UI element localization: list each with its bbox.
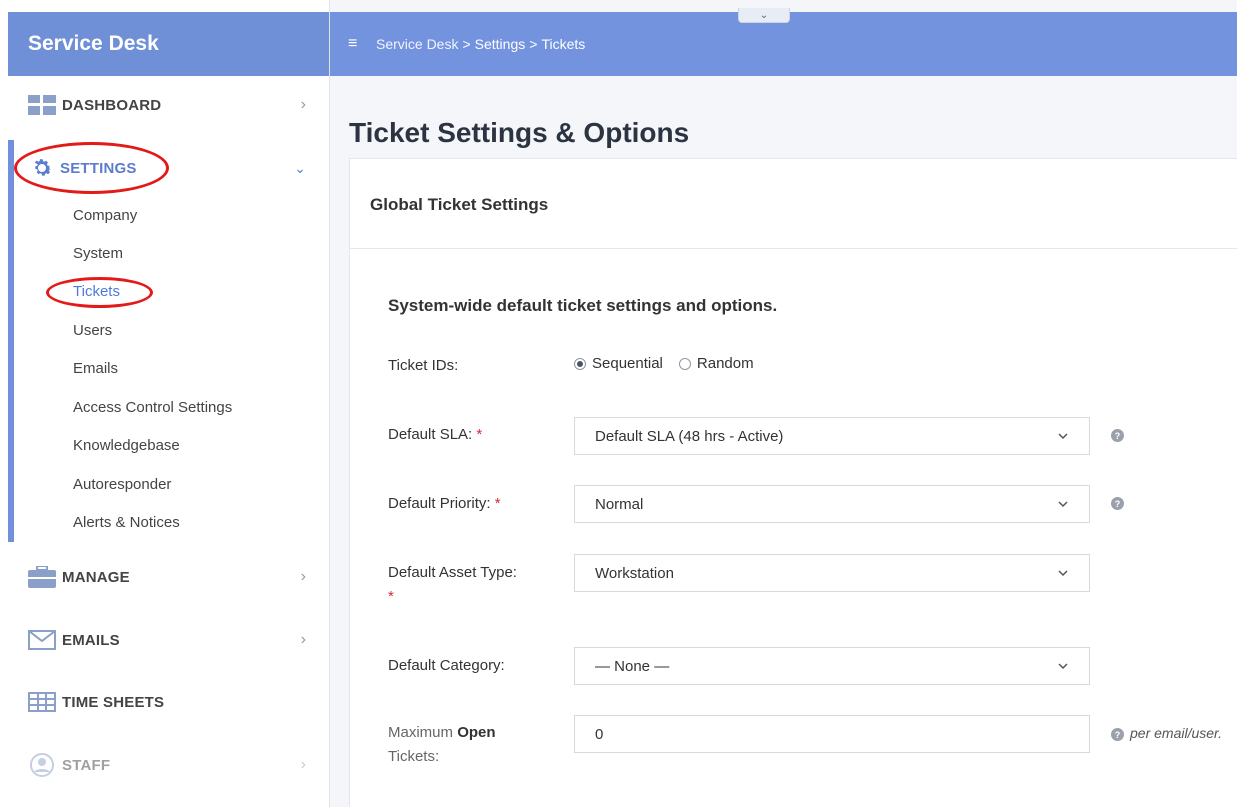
user-avatar-icon <box>28 753 56 777</box>
sidebar-subitem-autoresponder[interactable]: Autoresponder <box>73 476 171 493</box>
required-marker: * <box>494 495 501 512</box>
default-asset-type-select[interactable]: Workstation <box>574 554 1090 592</box>
help-icon[interactable]: ? <box>1111 429 1124 442</box>
gear-icon <box>28 156 56 180</box>
card-title: Global Ticket Settings <box>370 195 549 214</box>
chevron-down-icon: ⌄ <box>294 159 306 176</box>
max-open-prefix: Maximum <box>388 724 454 741</box>
sidebar-item-dashboard[interactable]: DASHBOARD › <box>0 85 330 125</box>
default-priority-label: Default Priority: * <box>388 492 501 516</box>
breadcrumb-item[interactable]: Settings <box>475 36 526 52</box>
sidebar-subitem-company[interactable]: Company <box>73 207 137 224</box>
default-sla-select[interactable]: Default SLA (48 hrs - Active) <box>574 417 1090 455</box>
sidebar-item-manage[interactable]: MANAGE › <box>0 557 330 597</box>
sidebar-item-label: SETTINGS <box>60 159 137 177</box>
default-asset-type-label: Default Asset Type: * <box>388 561 548 609</box>
max-open-help-text: per email/user. <box>1130 725 1223 741</box>
sidebar-subitem-knowledgebase[interactable]: Knowledgebase <box>73 437 180 454</box>
default-sla-label: Default SLA: * <box>388 423 482 447</box>
required-marker: * <box>476 426 483 443</box>
help-icon[interactable]: ? <box>1111 728 1124 741</box>
sidebar-item-label: STAFF <box>62 756 111 774</box>
chevron-down-icon <box>1057 497 1069 514</box>
sequential-radio-label[interactable]: Sequential <box>592 355 663 372</box>
default-priority-select[interactable]: Normal <box>574 485 1090 523</box>
sidebar-item-emails[interactable]: EMAILS › <box>0 620 330 660</box>
random-radio-label[interactable]: Random <box>697 355 754 372</box>
default-priority-value: Normal <box>595 495 644 513</box>
default-asset-type-label-text: Default Asset Type: <box>388 564 517 581</box>
card-header: Global Ticket Settings <box>350 159 1237 249</box>
help-icon[interactable]: ? <box>1111 497 1124 510</box>
sidebar-item-label: DASHBOARD <box>62 96 162 114</box>
chevron-down-icon <box>1057 566 1069 583</box>
default-sla-label-text: Default SLA: <box>388 426 473 443</box>
max-open-tickets-label: Maximum Open Tickets: <box>388 721 548 769</box>
ticket-ids-radio-group: Sequential Random <box>574 355 770 372</box>
max-open-bold: Open <box>457 724 496 741</box>
sidebar-item-label: EMAILS <box>62 631 120 649</box>
default-category-select[interactable]: — None — <box>574 647 1090 685</box>
sidebar-item-label: TIME SHEETS <box>62 693 165 711</box>
breadcrumb-separator: > <box>529 36 538 52</box>
section-title: System-wide default ticket settings and … <box>388 296 778 315</box>
breadcrumb-separator: > <box>462 36 471 52</box>
sidebar-item-label: MANAGE <box>62 568 130 586</box>
chevron-right-icon: › <box>300 631 306 648</box>
chevron-down-icon <box>1057 659 1069 676</box>
random-radio[interactable] <box>678 357 691 370</box>
table-grid-icon <box>28 690 56 714</box>
breadcrumb-item: Tickets <box>541 36 586 52</box>
envelope-icon <box>28 628 56 652</box>
sidebar: Service Desk DASHBOARD › SETTINGS ⌄ Comp… <box>0 0 330 807</box>
settings-accent-bar <box>8 140 14 542</box>
chevron-right-icon: › <box>300 568 306 585</box>
sidebar-item-settings[interactable]: SETTINGS ⌄ <box>0 148 330 188</box>
dashboard-grid-icon <box>28 93 56 117</box>
briefcase-icon <box>28 565 56 589</box>
default-category-value: — None — <box>595 657 670 675</box>
chevron-down-icon <box>1057 429 1069 446</box>
sidebar-subitem-access-control[interactable]: Access Control Settings <box>73 399 232 416</box>
chevron-right-icon: › <box>300 96 306 113</box>
sidebar-subitem-users[interactable]: Users <box>73 322 112 339</box>
default-sla-value: Default SLA (48 hrs - Active) <box>595 427 784 445</box>
sidebar-item-time-sheets[interactable]: TIME SHEETS <box>0 682 330 722</box>
sidebar-subitem-system[interactable]: System <box>73 245 123 262</box>
collapse-toggle-tab[interactable]: ⌄ <box>738 8 790 23</box>
max-open-tickets-input[interactable]: 0 <box>574 715 1090 753</box>
hamburger-menu-icon[interactable]: ≡ <box>348 35 357 53</box>
default-asset-type-value: Workstation <box>595 564 674 582</box>
breadcrumb: Service Desk > Settings > Tickets <box>376 36 585 52</box>
sidebar-subitem-alerts[interactable]: Alerts & Notices <box>73 514 180 531</box>
app-brand[interactable]: Service Desk <box>8 12 329 76</box>
sidebar-item-staff[interactable]: STAFF › <box>0 745 330 785</box>
required-marker: * <box>388 588 394 605</box>
sidebar-subitem-emails[interactable]: Emails <box>73 360 118 377</box>
default-category-label: Default Category: <box>388 657 505 674</box>
default-priority-label-text: Default Priority: <box>388 495 491 512</box>
sidebar-subitem-tickets[interactable]: Tickets <box>73 283 120 300</box>
breadcrumb-item[interactable]: Service Desk <box>376 36 458 52</box>
settings-card: Global Ticket Settings System-wide defau… <box>349 158 1237 807</box>
sequential-radio[interactable] <box>574 357 586 370</box>
page-title: Ticket Settings & Options <box>349 117 690 148</box>
chevron-down-icon: ⌄ <box>759 9 769 21</box>
max-open-tickets-value: 0 <box>595 725 604 743</box>
chevron-right-icon: › <box>300 756 306 773</box>
max-open-suffix: Tickets: <box>388 748 440 765</box>
ticket-ids-label: Ticket IDs: <box>388 357 459 374</box>
